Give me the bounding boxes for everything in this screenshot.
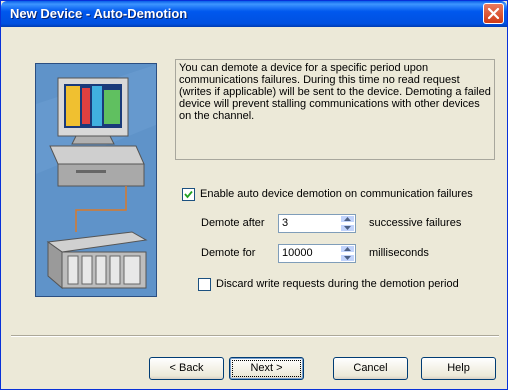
check-icon: [184, 190, 193, 199]
arrow-up-icon: [344, 217, 351, 221]
discard-writes-checkbox[interactable]: [198, 278, 211, 291]
demote-for-units: milliseconds: [369, 247, 429, 259]
button-separator: [11, 335, 499, 337]
enable-demotion-label[interactable]: Enable auto device demotion on communica…: [200, 188, 473, 200]
discard-writes-label[interactable]: Discard write requests during the demoti…: [216, 278, 459, 290]
enable-demotion-checkbox[interactable]: [182, 188, 195, 201]
demote-for-stepper[interactable]: 10000: [278, 244, 356, 263]
demote-for-label: Demote for: [201, 247, 256, 259]
close-button[interactable]: [483, 3, 504, 24]
demote-after-label: Demote after: [201, 217, 265, 229]
window-title: New Device - Auto-Demotion: [10, 6, 188, 21]
back-button[interactable]: < Back: [149, 357, 224, 380]
title-bar[interactable]: New Device - Auto-Demotion: [1, 1, 507, 27]
description-text: You can demote a device for a specific p…: [175, 59, 495, 160]
help-button[interactable]: Help: [421, 357, 496, 380]
next-button[interactable]: Next >: [229, 357, 304, 380]
demote-for-up-button[interactable]: [340, 245, 355, 253]
demote-after-value[interactable]: 3: [282, 217, 288, 229]
close-icon: [487, 7, 500, 20]
demote-after-units: successive failures: [369, 217, 462, 229]
wizard-illustration: [35, 63, 157, 297]
demote-after-stepper[interactable]: 3: [278, 214, 356, 233]
demote-after-up-button[interactable]: [340, 215, 355, 223]
arrow-down-icon: [344, 226, 351, 230]
arrow-down-icon: [344, 256, 351, 260]
demote-for-value[interactable]: 10000: [282, 247, 313, 259]
dialog-window: New Device - Auto-Demotion You can demot…: [0, 0, 508, 390]
demote-for-down-button[interactable]: [340, 254, 355, 262]
demote-after-down-button[interactable]: [340, 224, 355, 232]
arrow-up-icon: [344, 247, 351, 251]
cancel-button[interactable]: Cancel: [333, 357, 408, 380]
